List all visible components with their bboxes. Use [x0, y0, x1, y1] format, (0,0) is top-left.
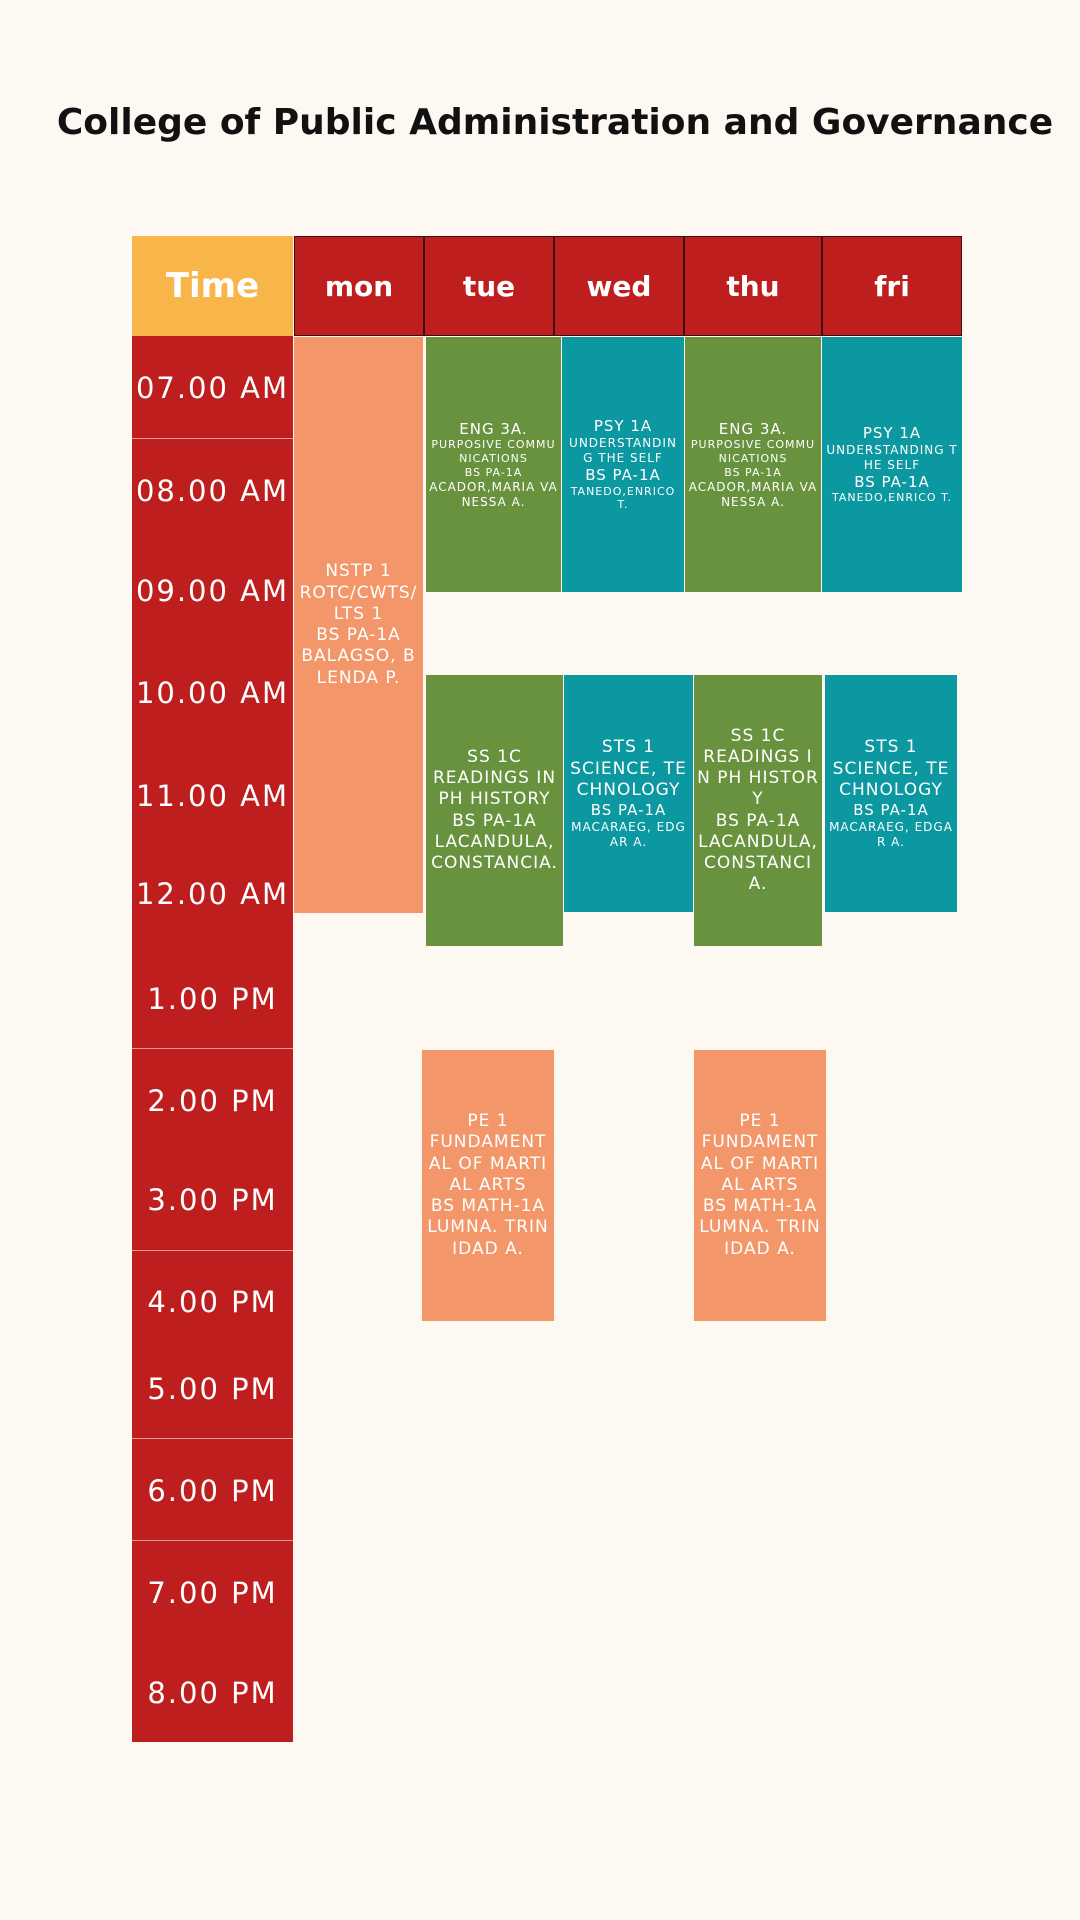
class-block-tue-ss: SS 1C READINGS IN PH HISTORY BS PA-1A LA… — [426, 675, 563, 946]
time-header: Time — [132, 236, 293, 336]
class-code: ENG 3A. — [459, 419, 528, 438]
class-block-thu-ss: SS 1C READINGS IN PH HISTORY BS PA-1A LA… — [694, 675, 822, 946]
class-block-mon-nstp: NSTP 1 ROTC/CWTS/LTS 1 BS PA-1A BALAGSO,… — [294, 337, 423, 913]
time-slot: 09.00 AM — [135, 574, 290, 608]
day-header-thu: thu — [684, 236, 822, 336]
class-code: SS 1C — [730, 725, 786, 746]
class-section: BS PA-1A — [316, 625, 401, 645]
class-block-tue-eng: ENG 3A. PURPOSIVE COMMUNICATIONS BS PA-1… — [426, 337, 561, 592]
time-slot: 1.00 PM — [147, 982, 278, 1016]
time-slot: 3.00 PM — [147, 1183, 278, 1217]
time-divider — [132, 1048, 293, 1049]
time-slot: 8.00 PM — [147, 1676, 278, 1710]
class-section: BS PA-1A — [590, 801, 667, 819]
class-code: PE 1 — [739, 1111, 781, 1132]
class-instructor: TANEDO,ENRICO T. — [570, 484, 676, 512]
class-section: BS PA-1A — [854, 472, 930, 491]
class-code: STS 1 — [601, 737, 656, 758]
class-code: SS 1C — [467, 746, 522, 767]
class-code: PSY 1A — [593, 417, 653, 435]
class-block-thu-pe: PE 1 FUNDAMENTAL OF MARTIAL ARTS BS MATH… — [694, 1050, 826, 1321]
day-header-tue: tue — [424, 236, 554, 336]
class-instructor: LUMNA. TRINIDAD A. — [699, 1217, 821, 1259]
class-block-fri-sts: STS 1 SCIENCE, TECHNOLOGY BS PA-1A MACAR… — [825, 675, 957, 912]
class-title: UNDERSTANDING THE SELF — [826, 442, 958, 472]
day-header-mon: mon — [294, 236, 424, 336]
class-title: UNDERSTANDING THE SELF — [569, 435, 677, 465]
class-title: PURPOSIVE COMMUNICATIONS — [431, 438, 556, 465]
class-instructor: LACANDULA,CONSTANCIA. — [698, 831, 818, 895]
time-slot: 7.00 PM — [147, 1576, 278, 1610]
class-instructor: ACADOR,MARIA VANESSA A. — [429, 479, 558, 509]
class-code: NSTP 1 — [325, 561, 392, 582]
class-block-wed-psy: PSY 1A UNDERSTANDING THE SELF BS PA-1A T… — [562, 337, 684, 592]
class-title: FUNDAMENTAL OF MARTIAL ARTS — [428, 1132, 548, 1195]
class-instructor: LACANDULA,CONSTANCIA. — [431, 831, 558, 873]
time-slot: 12.00 AM — [135, 877, 290, 911]
time-divider — [132, 438, 293, 439]
class-section: BS PA-1A — [715, 810, 801, 831]
day-header-fri: fri — [822, 236, 962, 336]
class-section: BS PA-1A — [585, 465, 661, 484]
time-divider — [132, 1438, 293, 1439]
class-section: BS PA-1A — [464, 465, 523, 479]
time-slot: 5.00 PM — [147, 1372, 278, 1406]
time-column — [132, 336, 293, 1742]
class-title: PURPOSIVE COMMUNICATIONS — [690, 438, 816, 465]
time-slot: 4.00 PM — [147, 1285, 278, 1319]
class-title: FUNDAMENTAL OF MARTIAL ARTS — [700, 1132, 820, 1195]
time-slot: 2.00 PM — [147, 1084, 278, 1118]
class-title: ROTC/CWTS/LTS 1 — [299, 582, 418, 624]
class-instructor: BALAGSO, BLENDA P. — [301, 646, 416, 688]
class-block-thu-eng: ENG 3A. PURPOSIVE COMMUNICATIONS BS PA-1… — [685, 337, 821, 592]
class-block-tue-pe: PE 1 FUNDAMENTAL OF MARTIAL ARTS BS MATH… — [422, 1050, 554, 1321]
class-instructor: LUMNA. TRINIDAD A. — [427, 1217, 549, 1259]
time-slot: 11.00 AM — [135, 779, 290, 813]
time-slot: 08.00 AM — [135, 474, 290, 508]
time-divider — [132, 1250, 293, 1251]
class-code: PSY 1A — [862, 423, 922, 442]
class-instructor: MACARAEG, EDGAR A. — [571, 819, 686, 849]
class-section: BS PA-1A — [853, 801, 929, 819]
class-section: BS MATH-1A — [702, 1196, 818, 1217]
page-title: College of Public Administration and Gov… — [56, 102, 1054, 143]
class-title: READINGS IN PH HISTORY — [697, 746, 819, 810]
class-code: PE 1 — [467, 1111, 509, 1132]
time-slot: 10.00 AM — [135, 676, 290, 710]
time-slot: 6.00 PM — [147, 1474, 278, 1508]
day-header-wed: wed — [554, 236, 684, 336]
class-section: BS PA-1A — [724, 465, 782, 479]
time-slot: 07.00 AM — [135, 371, 290, 405]
class-title: SCIENCE, TECHNOLOGY — [832, 758, 950, 800]
class-instructor: ACADOR,MARIA VANESSA A. — [688, 479, 818, 509]
class-instructor: TANEDO,ENRICO T. — [831, 491, 952, 505]
class-block-wed-sts: STS 1 SCIENCE, TECHNOLOGY BS PA-1A MACAR… — [564, 675, 693, 912]
class-title: SCIENCE, TECHNOLOGY — [570, 758, 687, 800]
time-divider — [132, 1540, 293, 1541]
class-title: READINGS IN PH HISTORY — [432, 768, 557, 810]
class-code: ENG 3A. — [718, 419, 788, 438]
class-block-fri-psy: PSY 1A UNDERSTANDING THE SELF BS PA-1A T… — [822, 337, 962, 592]
class-code: STS 1 — [864, 737, 918, 758]
class-section: BS MATH-1A — [430, 1196, 546, 1217]
class-section: BS PA-1A — [452, 810, 537, 831]
class-instructor: MACARAEG, EDGAR A. — [829, 819, 953, 849]
